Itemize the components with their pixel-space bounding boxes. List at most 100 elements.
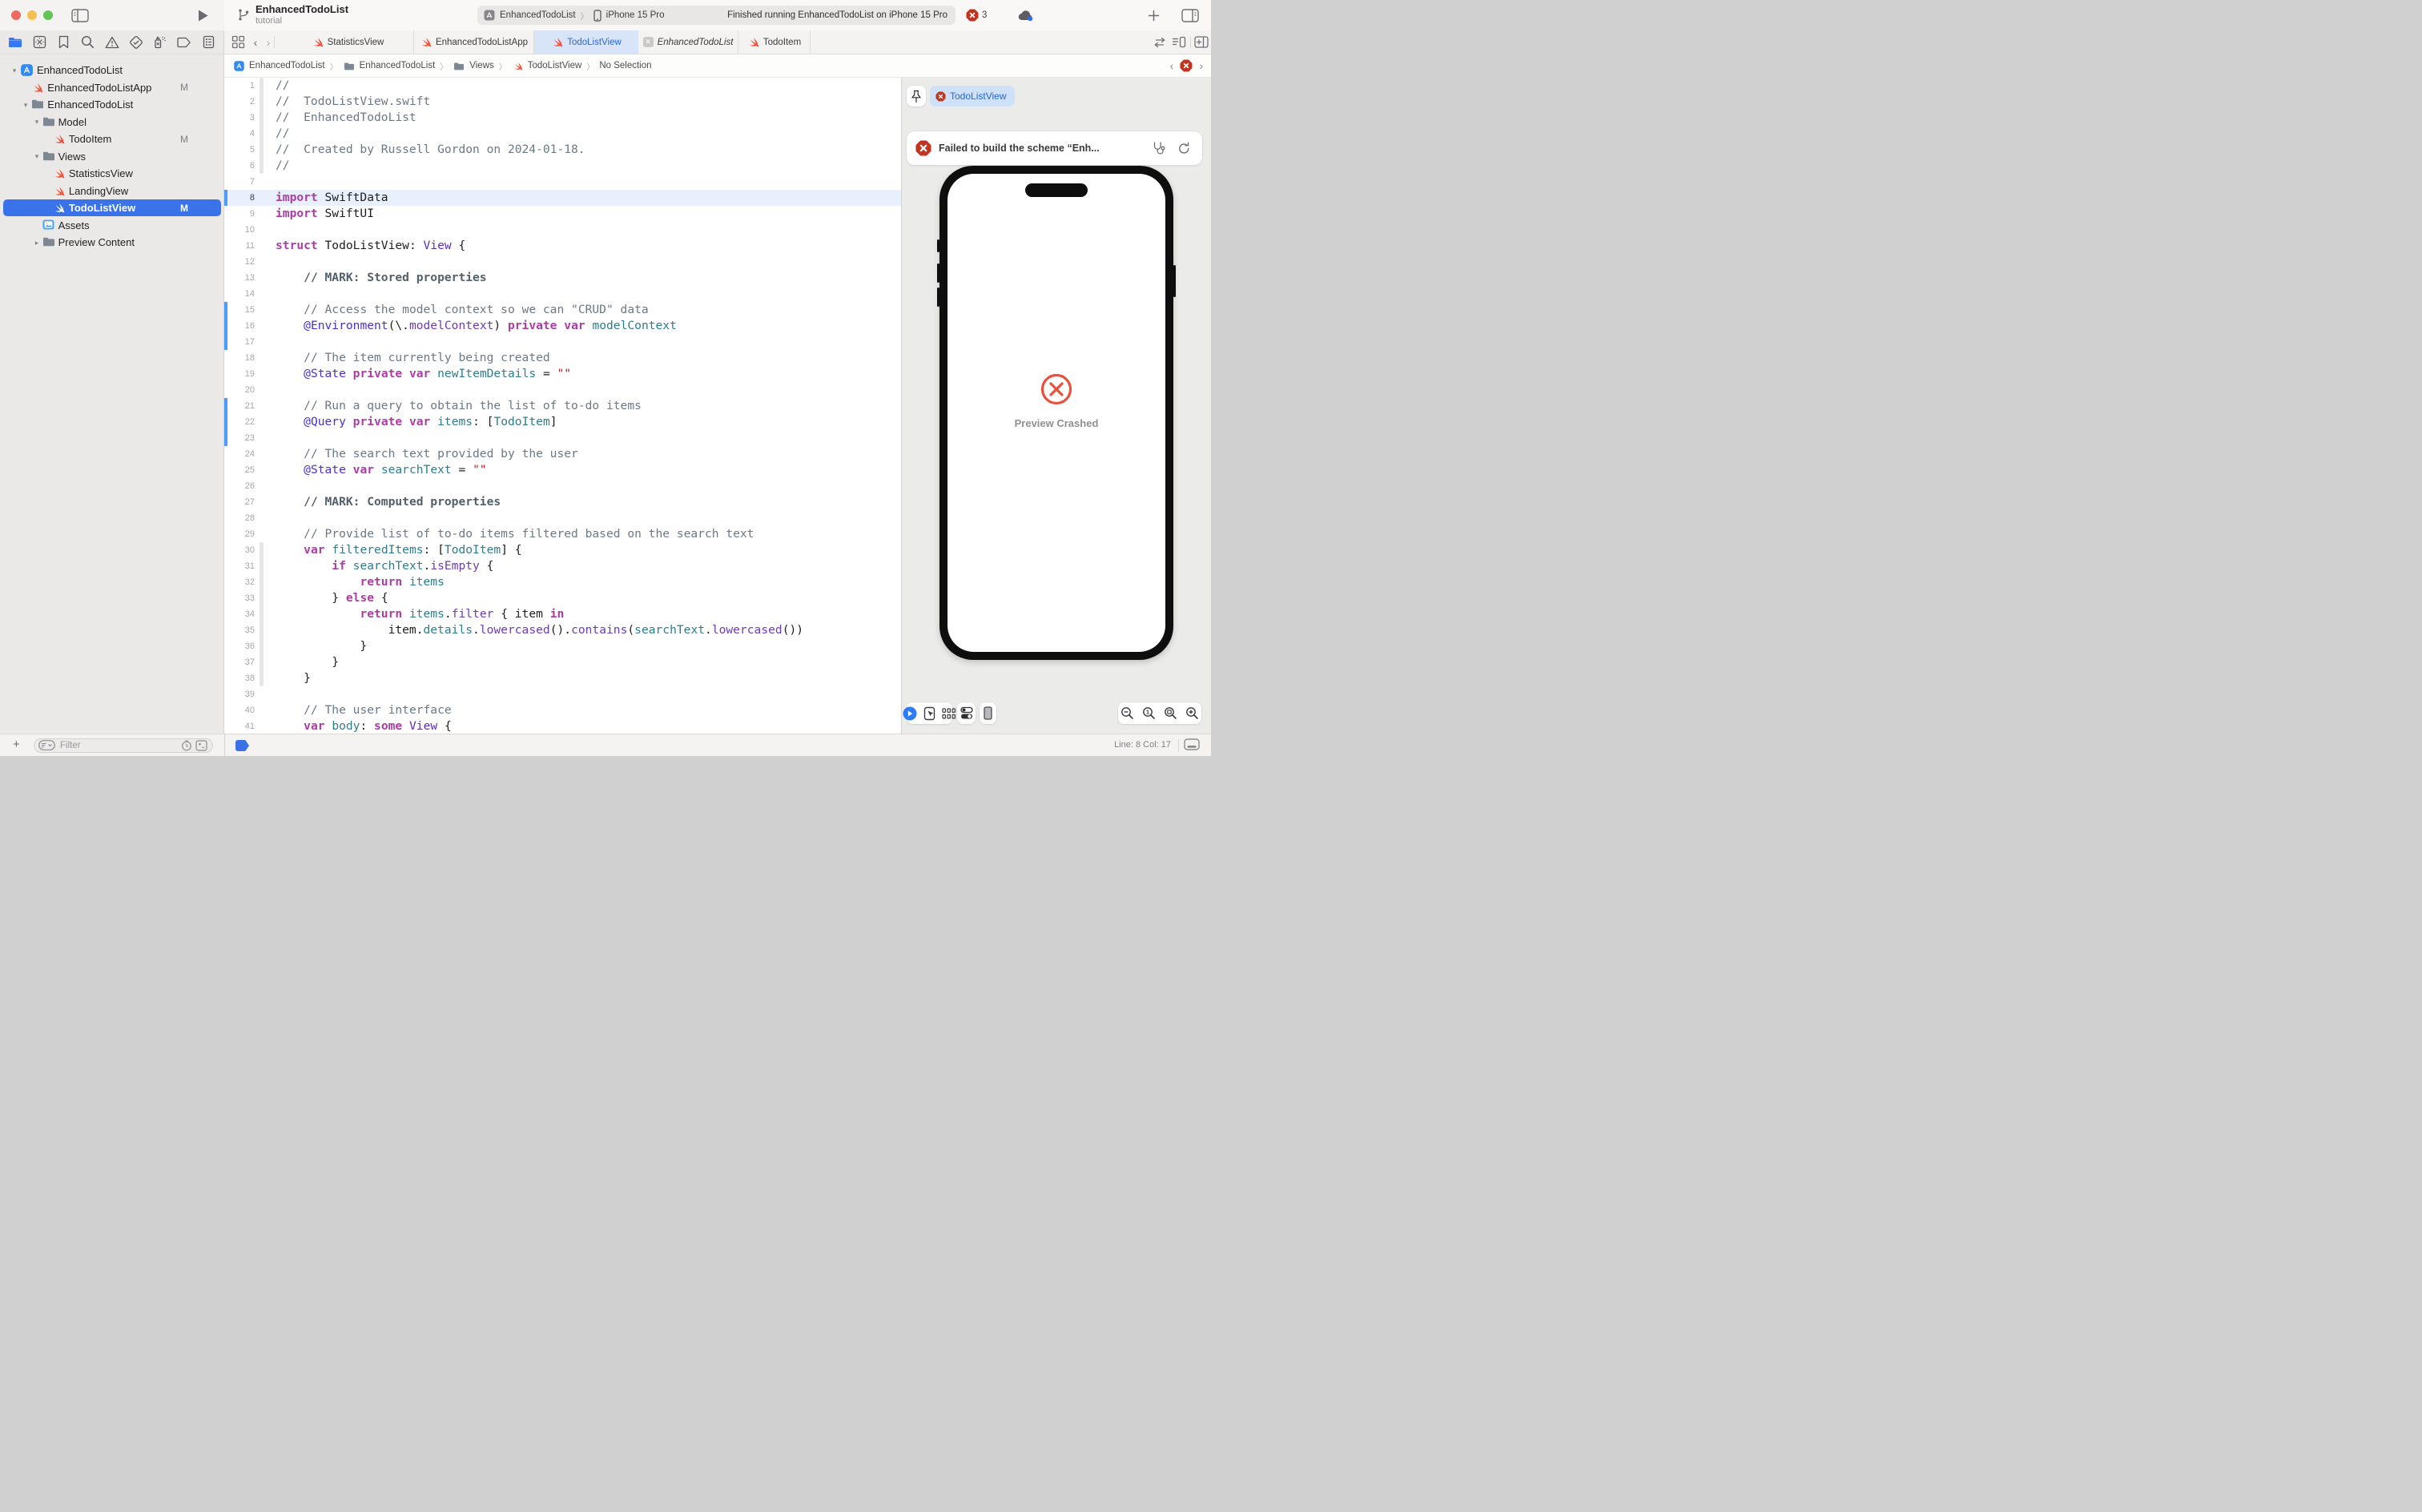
code-line-26[interactable]: 26 <box>224 478 901 494</box>
tree-item-views[interactable]: ▾Views <box>0 148 224 166</box>
code-line-29[interactable]: 29 // Provide list of to-do items filter… <box>224 526 901 542</box>
breadcrumb-item-enhancedtodolist[interactable]: EnhancedTodoList <box>343 61 436 71</box>
jump-bar-tag[interactable] <box>235 740 249 751</box>
zoom-out-button[interactable] <box>1120 706 1134 720</box>
tree-item-landingview[interactable]: LandingView <box>0 183 224 200</box>
add-button[interactable] <box>1145 7 1161 23</box>
source-control-icon[interactable] <box>30 34 48 51</box>
reports-icon[interactable] <box>199 34 217 51</box>
code-line-31[interactable]: 31 if searchText.isEmpty { <box>224 558 901 574</box>
code-line-30[interactable]: 30 var filteredItems: [TodoItem] { <box>224 542 901 558</box>
tree-item-todolistview[interactable]: TodoListViewM <box>0 199 224 217</box>
code-line-28[interactable]: 28 <box>224 510 901 526</box>
breakpoints-icon[interactable] <box>175 34 193 51</box>
tree-item-enhancedtodolistapp[interactable]: EnhancedTodoListAppM <box>0 79 224 97</box>
editor-options-icon[interactable] <box>1171 30 1187 54</box>
tab-todolistview[interactable]: TodoListView <box>534 30 638 54</box>
swap-editor-icon[interactable] <box>1152 30 1168 54</box>
source-editor[interactable]: 1//2// TodoListView.swift3// EnhancedTod… <box>224 78 901 734</box>
code-line-14[interactable]: 14 <box>224 286 901 302</box>
device-button[interactable] <box>980 702 996 724</box>
bookmarks-icon[interactable] <box>54 34 72 51</box>
activity-view[interactable]: EnhancedTodoList 〉 iPhone 15 Pro Finishe… <box>477 6 956 25</box>
zoom-fit-button[interactable] <box>1164 706 1177 720</box>
tab-close-icon[interactable]: ✕ <box>643 37 654 47</box>
zoom-in-button[interactable] <box>1185 706 1199 720</box>
breadcrumb-item-enhancedtodolist[interactable]: EnhancedTodoList <box>233 60 325 72</box>
sidebar-toggle-icon[interactable] <box>70 7 90 23</box>
find-icon[interactable] <box>78 34 96 51</box>
run-destination[interactable]: iPhone 15 Pro <box>606 10 665 20</box>
chevron-down-icon[interactable]: ▾ <box>33 152 41 160</box>
next-issue-button[interactable]: › <box>1199 59 1203 72</box>
editor-bottom-bar-icon[interactable] <box>1184 738 1200 750</box>
code-line-39[interactable]: 39 <box>224 686 901 702</box>
code-line-38[interactable]: 38 } <box>224 670 901 686</box>
tree-item-todoitem[interactable]: TodoItemM <box>0 131 224 148</box>
code-line-24[interactable]: 24 // The search text provided by the us… <box>224 446 901 462</box>
run-button[interactable] <box>194 7 211 23</box>
issues-icon[interactable] <box>103 34 121 51</box>
window-minimize-button[interactable] <box>27 10 37 20</box>
forward-button[interactable]: › <box>263 30 274 54</box>
related-items-icon[interactable] <box>229 30 247 54</box>
code-line-6[interactable]: 6// <box>224 158 901 174</box>
code-line-20[interactable]: 20 <box>224 382 901 398</box>
window-close-button[interactable] <box>11 10 21 20</box>
code-line-16[interactable]: 16 @Environment(\.modelContext) private … <box>224 318 901 334</box>
zoom-100-button[interactable]: 1 <box>1142 706 1156 720</box>
tree-item-model[interactable]: ▾Model <box>0 114 224 131</box>
issues-indicator[interactable]: 3 <box>966 9 987 22</box>
pin-button[interactable] <box>907 86 926 107</box>
code-line-41[interactable]: 41 var body: some View { <box>224 718 901 734</box>
code-line-1[interactable]: 1// <box>224 78 901 94</box>
breadcrumb-item-todolistview[interactable]: TodoListView <box>512 60 582 72</box>
tab-statisticsview[interactable]: StatisticsView <box>282 30 414 54</box>
filter-scope-icon[interactable] <box>195 740 207 751</box>
tree-item-enhancedtodolist[interactable]: ▾EnhancedTodoList <box>0 96 224 114</box>
code-line-19[interactable]: 19 @State private var newItemDetails = "… <box>224 366 901 382</box>
code-line-22[interactable]: 22 @Query private var items: [TodoItem] <box>224 414 901 430</box>
recents-icon[interactable] <box>181 740 192 751</box>
preview-target-chip[interactable]: TodoListView <box>930 86 1015 107</box>
code-line-2[interactable]: 2// TodoListView.swift <box>224 94 901 110</box>
live-preview-button[interactable] <box>923 706 935 721</box>
code-line-23[interactable]: 23 <box>224 430 901 446</box>
code-line-8[interactable]: 8import SwiftData <box>224 190 901 206</box>
filter-field[interactable]: Filter <box>34 738 213 753</box>
tab-todoitem[interactable]: TodoItem <box>738 30 811 54</box>
tree-item-enhancedtodolist[interactable]: ▾EnhancedTodoList <box>0 62 224 79</box>
scheme-name[interactable]: EnhancedTodoList <box>500 10 576 20</box>
code-line-15[interactable]: 15 // Access the model context so we can… <box>224 302 901 318</box>
code-line-3[interactable]: 3// EnhancedTodoList <box>224 110 901 126</box>
build-error-banner[interactable]: Failed to build the scheme “Enh... <box>907 131 1202 165</box>
breadcrumb-item-views[interactable]: Views <box>453 61 493 71</box>
chevron-down-icon[interactable]: ▾ <box>22 101 30 109</box>
code-line-11[interactable]: 11struct TodoListView: View { <box>224 238 901 254</box>
code-line-21[interactable]: 21 // Run a query to obtain the list of … <box>224 398 901 414</box>
code-line-32[interactable]: 32 return items <box>224 574 901 590</box>
tests-icon[interactable] <box>127 34 145 51</box>
code-line-13[interactable]: 13 // MARK: Stored properties <box>224 270 901 286</box>
tree-item-assets[interactable]: Assets <box>0 217 224 235</box>
tree-item-statisticsview[interactable]: StatisticsView <box>0 165 224 183</box>
window-zoom-button[interactable] <box>43 10 53 20</box>
code-line-9[interactable]: 9import SwiftUI <box>224 206 901 222</box>
tree-item-preview-content[interactable]: ▸Preview Content <box>0 234 224 251</box>
breadcrumb-item-no-selection[interactable]: No Selection <box>599 61 651 70</box>
code-line-33[interactable]: 33 } else { <box>224 590 901 606</box>
code-line-4[interactable]: 4// <box>224 126 901 142</box>
tab-enhancedtodolist[interactable]: ✕EnhancedTodoList <box>638 30 738 54</box>
issue-badge-icon[interactable] <box>1180 59 1193 72</box>
chevron-right-icon[interactable]: ▸ <box>33 239 41 247</box>
back-button[interactable]: ‹ <box>250 30 261 54</box>
code-line-7[interactable]: 7 <box>224 174 901 190</box>
project-navigator-icon[interactable] <box>6 34 24 51</box>
device-settings-button[interactable] <box>957 702 976 724</box>
debug-icon[interactable] <box>151 34 169 51</box>
chevron-down-icon[interactable]: ▾ <box>10 66 18 74</box>
code-line-36[interactable]: 36 } <box>224 638 901 654</box>
chevron-down-icon[interactable]: ▾ <box>33 118 41 126</box>
code-line-12[interactable]: 12 <box>224 254 901 270</box>
variants-button[interactable] <box>942 708 956 719</box>
